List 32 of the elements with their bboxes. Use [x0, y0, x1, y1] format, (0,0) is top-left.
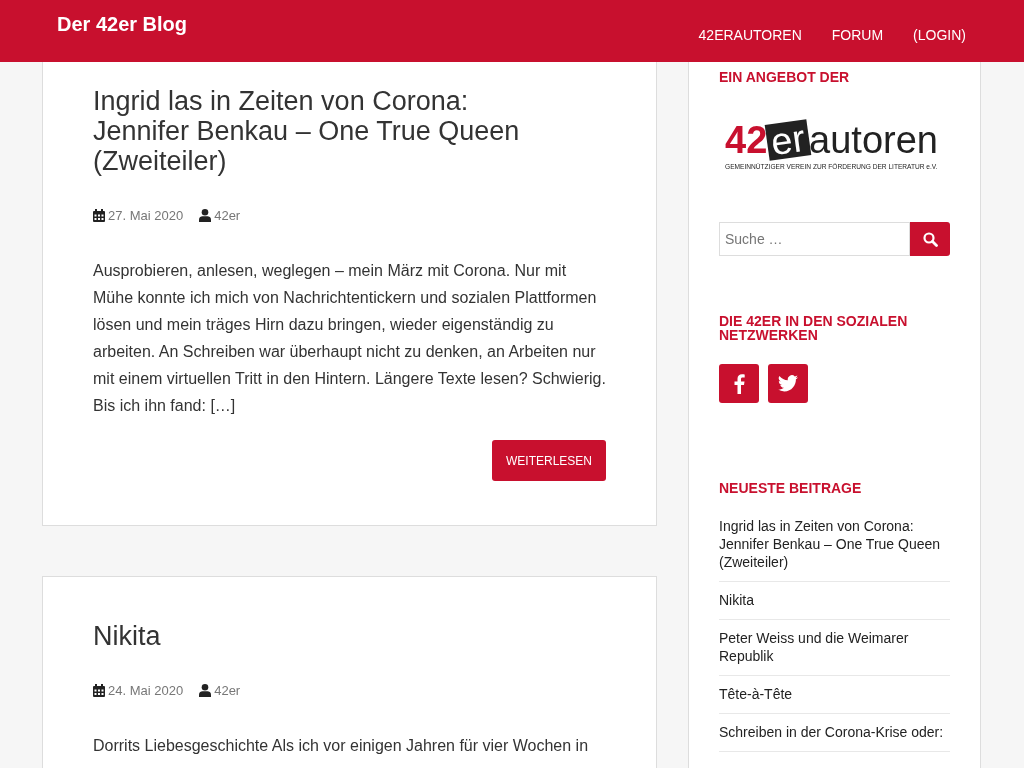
nav-link[interactable]: 42ERAUTOREN	[698, 27, 802, 43]
facebook-icon	[733, 373, 745, 394]
post-date[interactable]: 24. Mai 2020	[108, 683, 184, 698]
user-icon	[199, 684, 212, 697]
post-title[interactable]: Ingrid las in Zeiten von Corona: Jennifer Benkau – One True Queen (Zweiteiler)	[93, 86, 563, 176]
bird-icon	[778, 375, 798, 392]
user-icon	[199, 209, 212, 222]
post-excerpt: Ausprobieren, anlesen, weglegen – mein März mit Corona. Nur mit Mühe konnte ich mich von Nachrichtentickern und sozialen Plattformen lösen und mein träges Hirn dazu bringen, wieder eigenständig zu arbeiten. An Schreiben war überhaupt nicht zu denken, an Arbeiten nur mit einem virtuellen Tritt in den Hintern. Längere Texte lesen? Schwierig. Bis ich ihn fand: […]	[93, 261, 606, 416]
widget-heading: NEUESTE BEITRAGE	[719, 481, 863, 495]
post-author[interactable]: 42er	[214, 683, 241, 698]
post-title[interactable]: Nikita	[93, 621, 563, 651]
recent-post-link[interactable]: Ingrid las in Zeiten von Corona: Jennifer Benkau – One True Queen (Zweiteiler)	[719, 517, 950, 571]
widget-heading: DIE 42ER IN DEN SOZIALEN NETZWERKEN	[719, 314, 909, 342]
read-more-button[interactable]: WEITERLESEN	[492, 440, 606, 481]
widget-heading: EIN ANGEBOT DER	[719, 70, 851, 84]
search-button[interactable]	[910, 222, 950, 256]
search-icon	[922, 231, 938, 247]
nav-link[interactable]: (LOGIN)	[913, 27, 966, 43]
site-title[interactable]: Der 42er Blog	[57, 13, 188, 36]
nav-link[interactable]: FORUM	[831, 27, 884, 43]
social-button[interactable]	[719, 364, 759, 403]
calendar-icon	[93, 684, 105, 697]
recent-post-link[interactable]: Peter Weiss und die Weimarer Republik	[719, 629, 950, 665]
search-field[interactable]: Suche …	[719, 222, 910, 256]
recent-post-link[interactable]: Schreiben in der Corona-Krise oder:	[719, 723, 950, 741]
recent-post-link[interactable]: Nikita	[719, 591, 950, 609]
calendar-icon	[93, 209, 105, 222]
post-excerpt: Dorrits Liebesgeschichte Als ich vor einigen Jahren für vier Wochen in	[93, 736, 590, 756]
recent-post-link[interactable]: Tête-à-Tête	[719, 685, 950, 703]
social-button[interactable]	[768, 364, 808, 403]
post-date[interactable]: 27. Mai 2020	[108, 208, 184, 223]
post-author[interactable]: 42er	[214, 208, 241, 223]
